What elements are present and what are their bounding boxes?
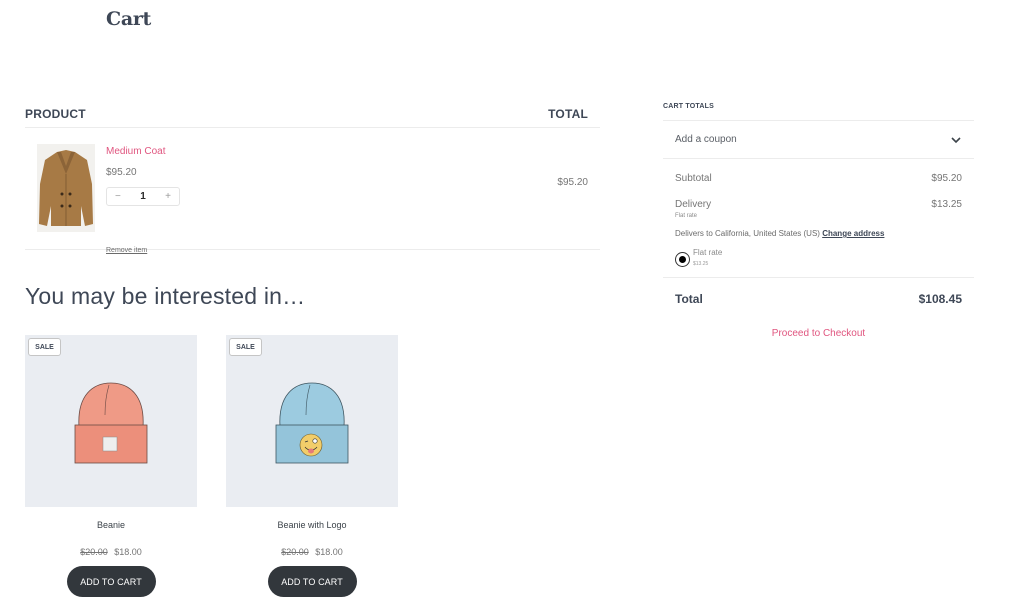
add-to-cart-button[interactable]: ADD TO CART — [267, 566, 357, 597]
total-value: $108.45 — [918, 292, 962, 306]
sale-price: $18.00 — [315, 547, 343, 557]
cart-table: PRODUCT TOTAL Medium Coat $95.20 − 1 + R… — [25, 100, 600, 254]
total-label: Total — [675, 292, 703, 306]
delivery-destination: Delivers to California, United States (U… — [663, 229, 974, 238]
total-column-header: TOTAL — [548, 107, 588, 121]
regular-price: $20.00 — [281, 547, 309, 557]
sale-badge: SALE — [229, 338, 262, 356]
subtotal-value: $95.20 — [931, 173, 962, 184]
cart-totals-panel: CART TOTALS Add a coupon Subtotal $95.20… — [663, 103, 974, 339]
page-title: Cart — [106, 8, 152, 30]
subtotal-row: Subtotal $95.20 — [663, 173, 974, 184]
shipping-radio-button[interactable] — [675, 252, 690, 267]
shipping-option-label: Flat rate — [693, 248, 723, 257]
quantity-stepper[interactable]: − 1 + — [106, 187, 180, 206]
cart-item-price: $95.20 — [106, 167, 137, 178]
cart-totals-title: CART TOTALS — [663, 103, 974, 121]
cart-table-header: PRODUCT TOTAL — [25, 100, 600, 128]
cart-item-name-link[interactable]: Medium Coat — [106, 146, 165, 157]
quantity-value[interactable]: 1 — [140, 191, 146, 202]
product-image-beanie[interactable]: SALE — [25, 335, 197, 507]
change-address-link[interactable]: Change address — [822, 229, 884, 238]
product-name[interactable]: Beanie — [25, 520, 197, 530]
sale-price: $18.00 — [114, 547, 142, 557]
remove-item-link[interactable]: Remove item — [106, 247, 147, 254]
add-coupon-toggle[interactable]: Add a coupon — [663, 121, 974, 159]
delivery-value: $13.25 — [931, 199, 962, 210]
cart-item-row: Medium Coat $95.20 − 1 + Remove item $95… — [25, 128, 600, 254]
delivery-label: Delivery — [675, 199, 712, 210]
recommendations-title: You may be interested in… — [25, 283, 306, 309]
product-card-beanie: SALE Beanie $20.00 $18.00 ADD TO CART — [25, 335, 197, 597]
shipping-option-flat-rate[interactable]: Flat rate $13.25 — [663, 244, 974, 278]
delivers-to-text: Delivers to California, United States (U… — [675, 229, 820, 238]
delivery-row: Delivery $13.25 — [663, 199, 974, 210]
beanie-illustration — [74, 382, 148, 464]
coat-image[interactable] — [37, 144, 95, 232]
decrease-quantity-button[interactable]: − — [115, 191, 121, 202]
product-price: $20.00 $18.00 — [226, 547, 398, 557]
shipping-option-price: $13.25 — [693, 261, 709, 267]
cart-item-line-total: $95.20 — [557, 177, 588, 188]
product-column-header: PRODUCT — [25, 107, 86, 121]
subtotal-label: Subtotal — [675, 173, 712, 184]
beanie-with-logo-illustration — [275, 382, 349, 464]
order-total-row: Total $108.45 — [663, 292, 974, 306]
increase-quantity-button[interactable]: + — [165, 191, 171, 202]
proceed-to-checkout-button[interactable]: Proceed to Checkout — [663, 328, 974, 339]
regular-price: $20.00 — [80, 547, 108, 557]
product-image-beanie-with-logo[interactable]: SALE — [226, 335, 398, 507]
sale-badge: SALE — [28, 338, 61, 356]
coat-illustration — [39, 150, 93, 226]
product-price: $20.00 $18.00 — [25, 547, 197, 557]
product-name[interactable]: Beanie with Logo — [226, 520, 398, 530]
add-coupon-label: Add a coupon — [675, 134, 737, 145]
delivery-method: Flat rate — [675, 213, 698, 219]
chevron-down-icon — [951, 136, 961, 143]
product-card-beanie-with-logo: SALE Beanie with Logo $20.00 $18.00 ADD … — [226, 335, 398, 597]
add-to-cart-button[interactable]: ADD TO CART — [66, 566, 156, 597]
